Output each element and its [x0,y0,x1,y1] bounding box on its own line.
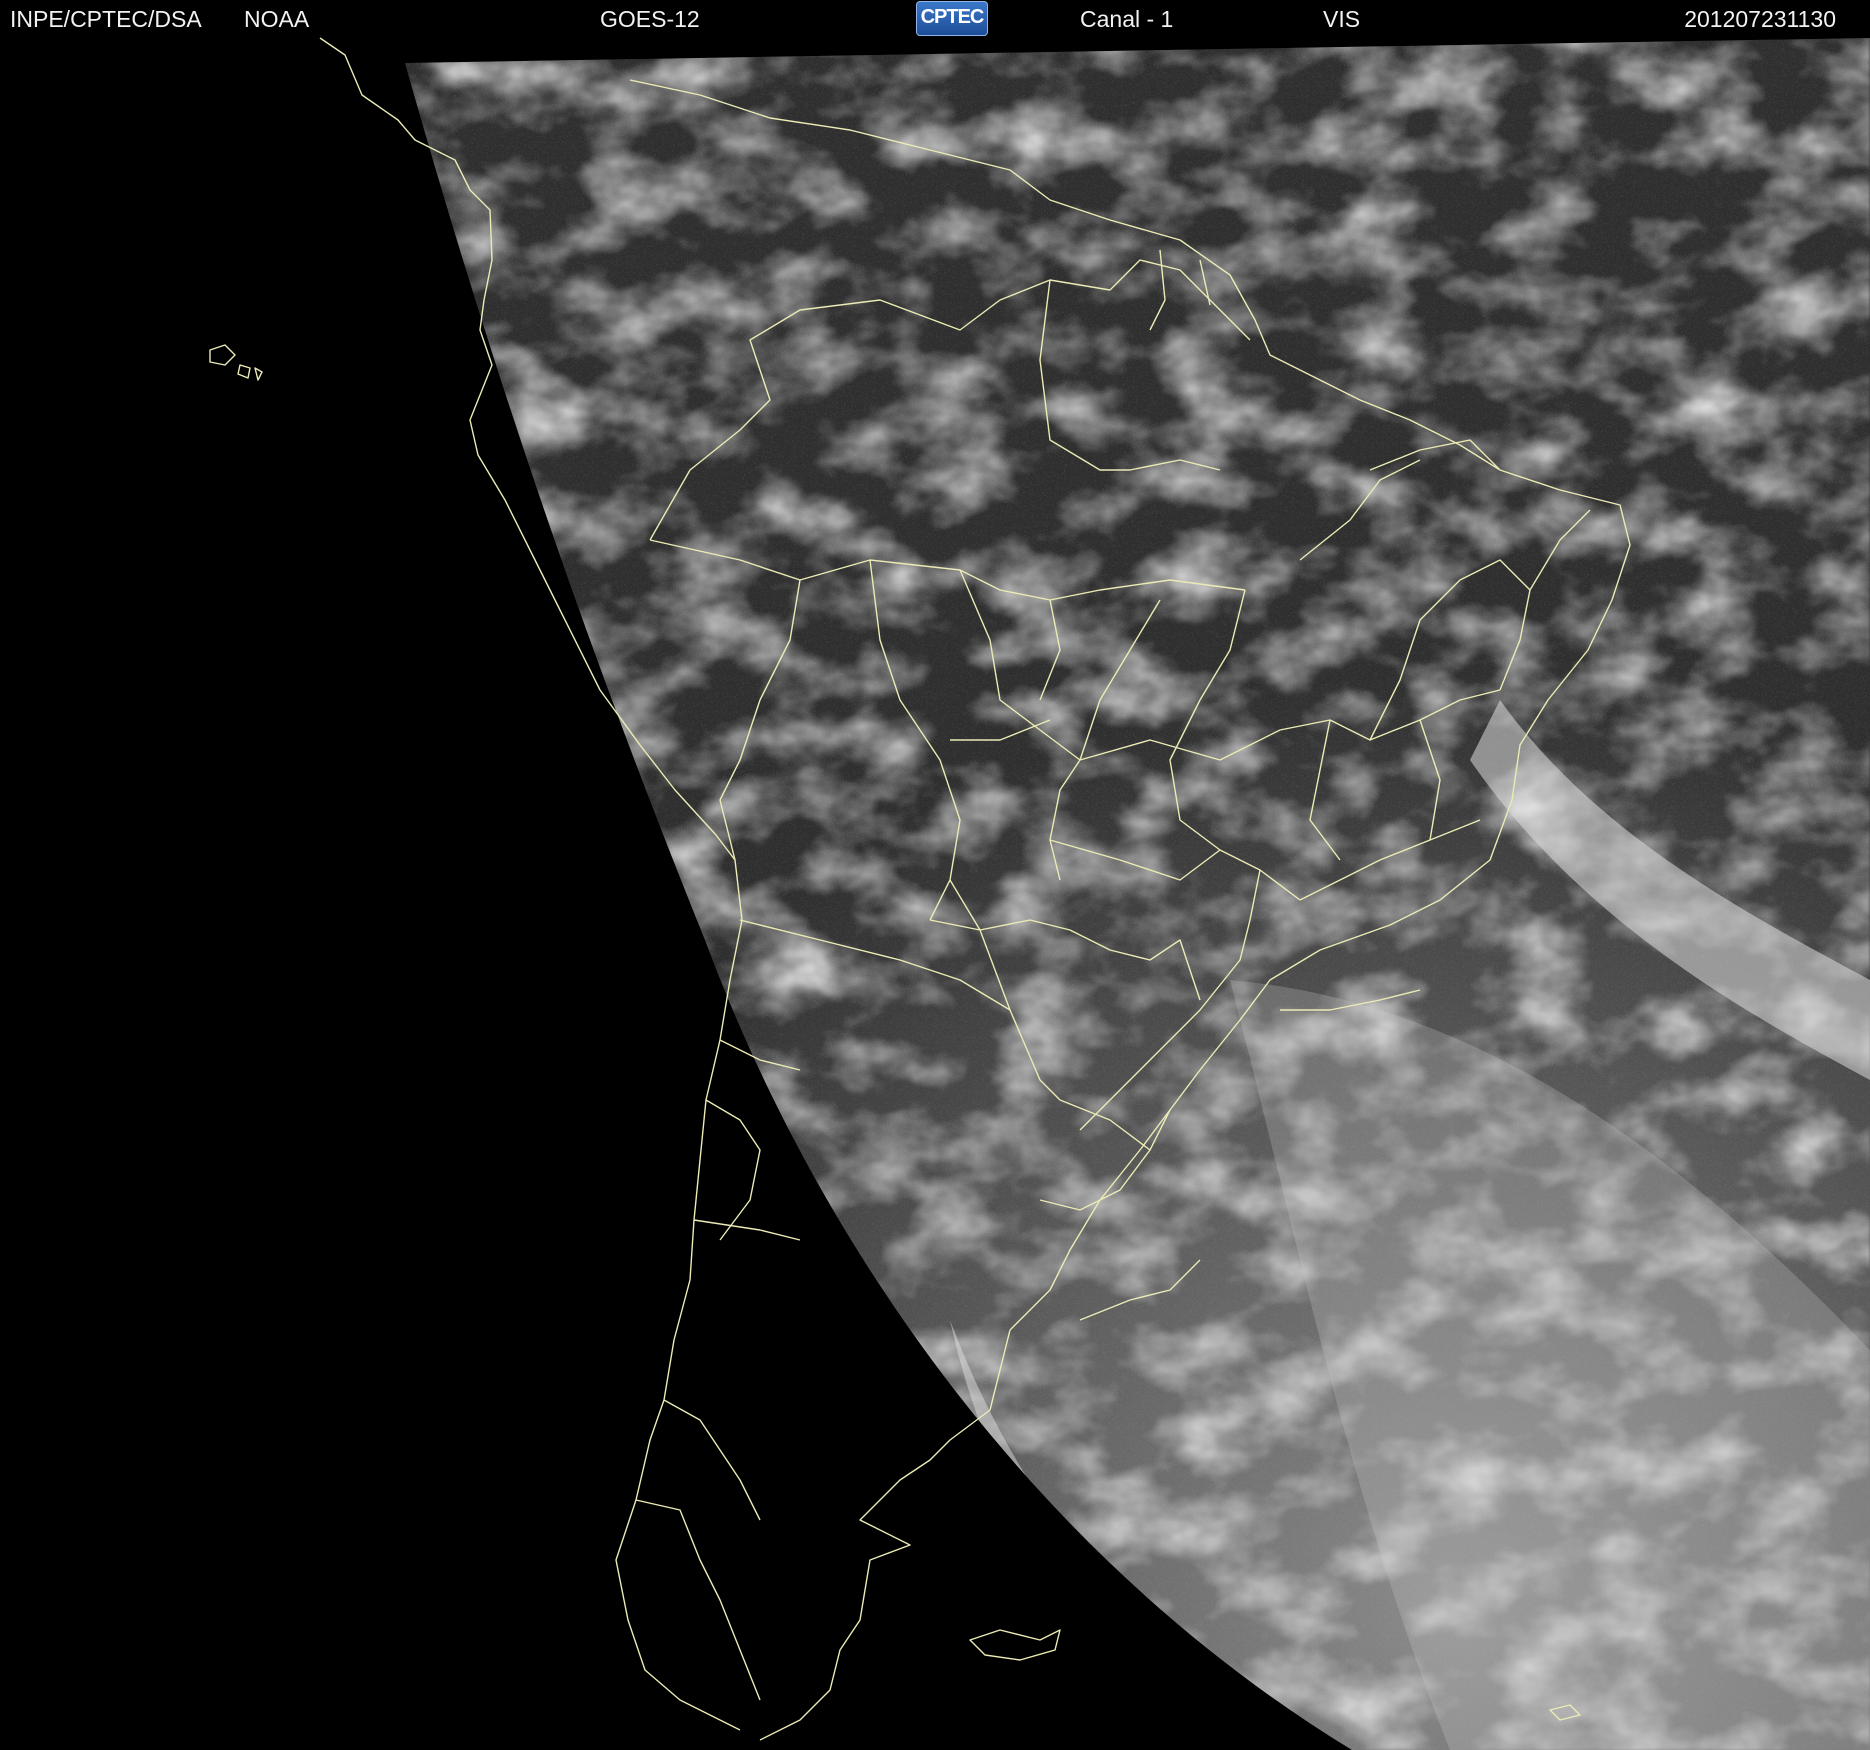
source-label: NOAA [244,6,310,32]
cptec-logo: CPTEC [916,1,988,36]
channel-label: Canal - 1 [1080,6,1174,32]
agency-label: INPE/CPTEC/DSA [10,6,202,32]
satellite-image [0,36,1870,1750]
band-label: VIS [1323,6,1361,32]
image-header: INPE/CPTEC/DSA NOAA GOES-12 CPTEC Canal … [0,0,1870,36]
satellite-label: GOES-12 [600,6,700,32]
timestamp-label: 201207231130 [1684,6,1836,32]
